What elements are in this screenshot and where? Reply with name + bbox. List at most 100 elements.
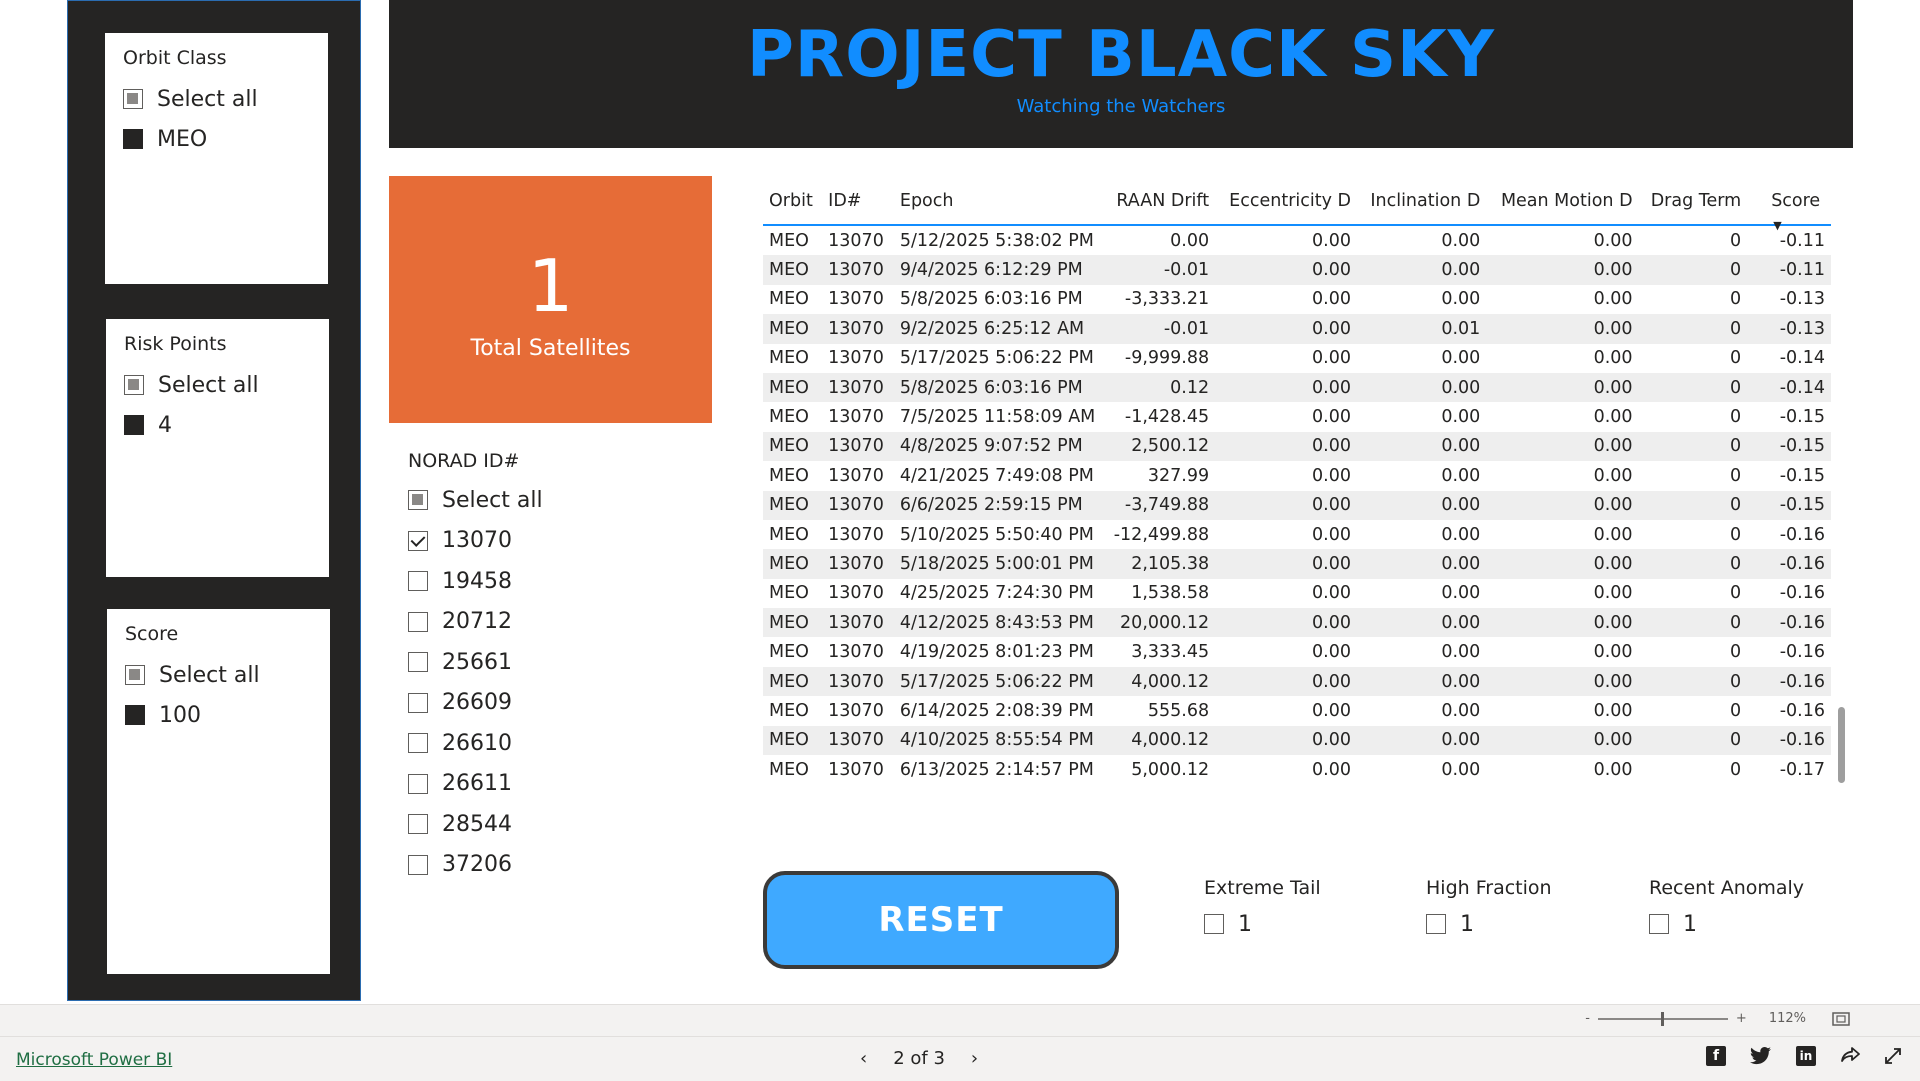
- norad-title: NORAD ID#: [408, 450, 520, 472]
- table-row[interactable]: MEO 13070 5/8/2025 6:03:16 PM -3,333.21 0.00…: [763, 285, 1831, 314]
- item-checkbox[interactable]: [1204, 914, 1224, 934]
- table-cell: MEO: [763, 608, 823, 638]
- item-checkbox[interactable]: [408, 733, 428, 754]
- select-all-checkbox[interactable]: [408, 490, 428, 511]
- recent-anomaly-item[interactable]: 1: [1649, 907, 1804, 941]
- table-row[interactable]: MEO 13070 4/12/2025 8:43:53 PM 20,000.12 0.0…: [763, 608, 1831, 638]
- header-banner: PROJECT BLACK SKY Watching the Watchers: [389, 0, 1853, 148]
- norad-item-25661[interactable]: 25661: [408, 642, 708, 683]
- risk-points-select-all[interactable]: Select all: [124, 365, 311, 405]
- score-item-100[interactable]: 100: [125, 695, 312, 735]
- table-row[interactable]: MEO 13070 9/4/2025 6:12:29 PM -0.01 0.00 0.00…: [763, 255, 1831, 285]
- norad-item-26611[interactable]: 26611: [408, 764, 708, 805]
- item-checkbox[interactable]: [408, 814, 428, 835]
- orbit-class-select-all[interactable]: Select all: [123, 79, 310, 119]
- table-row[interactable]: MEO 13070 5/17/2025 5:06:22 PM 4,000.12 0.00…: [763, 666, 1831, 697]
- table-cell: -0.13: [1747, 314, 1831, 344]
- fit-page-icon[interactable]: [1832, 1011, 1850, 1026]
- norad-item-13070[interactable]: 13070: [408, 521, 708, 562]
- norad-item-26610[interactable]: 26610: [408, 723, 708, 764]
- table-cell: 5/8/2025 6:03:16 PM: [893, 372, 1102, 403]
- item-checkbox[interactable]: [408, 652, 428, 673]
- col-epoch[interactable]: Epoch: [893, 180, 1102, 226]
- table-row[interactable]: MEO 13070 6/13/2025 2:14:57 PM 5,000.12 0.00…: [763, 755, 1831, 784]
- zoom-slider[interactable]: [1597, 1011, 1728, 1026]
- table-cell: 0: [1730, 583, 1742, 604]
- col-score[interactable]: Score ▼: [1747, 180, 1831, 232]
- item-checkbox[interactable]: [408, 854, 428, 875]
- table-cell: 9/4/2025 6:12:29 PM: [893, 255, 1102, 285]
- col-orbit[interactable]: Orbit: [763, 180, 823, 226]
- table-row[interactable]: MEO 13070 7/5/2025 11:58:09 AM -1,428.45 0.0…: [763, 402, 1831, 431]
- table-row[interactable]: MEO 13070 5/17/2025 5:06:22 PM -9,999.88 0.0…: [763, 344, 1831, 373]
- twitter-icon[interactable]: [1750, 1047, 1772, 1065]
- select-all-checkbox[interactable]: [124, 375, 144, 395]
- norad-item-19458[interactable]: 19458: [408, 561, 708, 602]
- table-cell: MEO: [763, 431, 823, 462]
- facebook-icon[interactable]: f: [1706, 1046, 1726, 1066]
- extreme-tail-item[interactable]: 1: [1204, 907, 1321, 941]
- item-checkbox[interactable]: [1649, 914, 1669, 934]
- total-satellites-card: 1 Total Satellites: [389, 176, 712, 423]
- norad-item-28544[interactable]: 28544: [408, 804, 708, 845]
- extreme-tail-title: Extreme Tail: [1204, 877, 1321, 899]
- table-row[interactable]: MEO 13070 5/18/2025 5:00:01 PM 2,105.38 0.00…: [763, 549, 1831, 579]
- score-select-all[interactable]: Select all: [125, 655, 312, 695]
- table-cell: 5/17/2025 5:06:22 PM: [893, 666, 1102, 697]
- risk-points-title: Risk Points: [124, 333, 227, 355]
- item-checkbox[interactable]: [123, 129, 143, 149]
- chevron-left-icon[interactable]: ‹: [860, 1048, 867, 1069]
- zoom-out-button[interactable]: -: [1585, 1011, 1590, 1026]
- col-drag-term[interactable]: Drag Term: [1638, 180, 1748, 226]
- item-checkbox[interactable]: [408, 571, 428, 592]
- item-checkbox[interactable]: [124, 415, 144, 435]
- table-cell: 2,105.38: [1101, 549, 1216, 579]
- table-row[interactable]: MEO 13070 5/10/2025 5:50:40 PM -12,499.88 0.…: [763, 520, 1831, 549]
- zoom-slider-thumb[interactable]: [1660, 1011, 1664, 1026]
- norad-item-20712[interactable]: 20712: [408, 602, 708, 643]
- fullscreen-icon[interactable]: [1884, 1047, 1902, 1065]
- recent-anomaly-title: Recent Anomaly: [1649, 877, 1805, 899]
- table-cell: 0: [1730, 759, 1742, 780]
- reset-button[interactable]: RESET: [763, 871, 1119, 969]
- select-all-checkbox[interactable]: [123, 89, 143, 109]
- table-row[interactable]: MEO 13070 4/19/2025 8:01:23 PM 3,333.45 0.00…: [763, 637, 1831, 666]
- zoom-in-button[interactable]: +: [1736, 1011, 1747, 1026]
- orbit-class-item-meo[interactable]: MEO: [123, 119, 310, 159]
- norad-item-37206[interactable]: 37206: [408, 845, 708, 886]
- table-row[interactable]: MEO 13070 5/8/2025 6:03:16 PM 0.12 0.00 0.00 0…: [763, 372, 1831, 403]
- table-row[interactable]: MEO 13070 4/25/2025 7:24:30 PM 1,538.58 0.00…: [763, 579, 1831, 608]
- item-checkbox[interactable]: [1426, 914, 1446, 934]
- table-row[interactable]: MEO 13070 4/10/2025 8:55:54 PM 4,000.12 0.00…: [763, 725, 1831, 756]
- table-cell: 4,000.12: [1101, 725, 1216, 756]
- col-id[interactable]: ID#: [822, 180, 894, 226]
- table-row[interactable]: MEO 13070 4/8/2025 9:07:52 PM 2,500.12 0.00 0…: [763, 431, 1831, 462]
- page-title: PROJECT BLACK SKY: [747, 18, 1495, 92]
- table-row[interactable]: MEO 13070 9/2/2025 6:25:12 AM -0.01 0.00 0.01…: [763, 314, 1831, 344]
- item-checkbox[interactable]: [408, 611, 428, 632]
- norad-item-26609[interactable]: 26609: [408, 683, 708, 724]
- col-raan-drift[interactable]: RAAN Drift: [1101, 180, 1216, 226]
- table-row[interactable]: MEO 13070 6/6/2025 2:59:15 PM -3,749.88 0.00…: [763, 490, 1831, 520]
- table-row[interactable]: MEO 13070 6/14/2025 2:08:39 PM 555.68 0.00 0.…: [763, 696, 1831, 725]
- table-row[interactable]: MEO 13070 5/12/2025 5:38:02 PM 0.00 0.00 0.00…: [763, 225, 1831, 255]
- table-cell: 13070: [828, 465, 884, 486]
- col-inclination[interactable]: Inclination D: [1357, 180, 1487, 226]
- high-fraction-item[interactable]: 1: [1426, 907, 1552, 941]
- chevron-right-icon[interactable]: ›: [971, 1048, 978, 1069]
- power-bi-link[interactable]: Microsoft Power BI: [16, 1050, 172, 1070]
- linkedin-icon[interactable]: in: [1796, 1046, 1816, 1066]
- table-row[interactable]: MEO 13070 4/21/2025 7:49:08 PM 327.99 0.00 0.…: [763, 461, 1831, 490]
- table-scrollbar[interactable]: [1838, 707, 1845, 783]
- item-checkbox[interactable]: [125, 705, 145, 725]
- norad-select-all[interactable]: Select all: [408, 480, 708, 521]
- item-checkbox[interactable]: [408, 773, 428, 794]
- item-checkbox[interactable]: [408, 692, 428, 713]
- item-checkbox[interactable]: [408, 530, 428, 551]
- select-all-checkbox[interactable]: [125, 665, 145, 685]
- share-icon[interactable]: [1840, 1047, 1860, 1065]
- col-mean-motion[interactable]: Mean Motion D: [1486, 180, 1639, 226]
- table-cell: 13070: [828, 289, 884, 310]
- risk-points-item-4[interactable]: 4: [124, 405, 311, 445]
- col-eccentricity[interactable]: Eccentricity D: [1215, 180, 1357, 226]
